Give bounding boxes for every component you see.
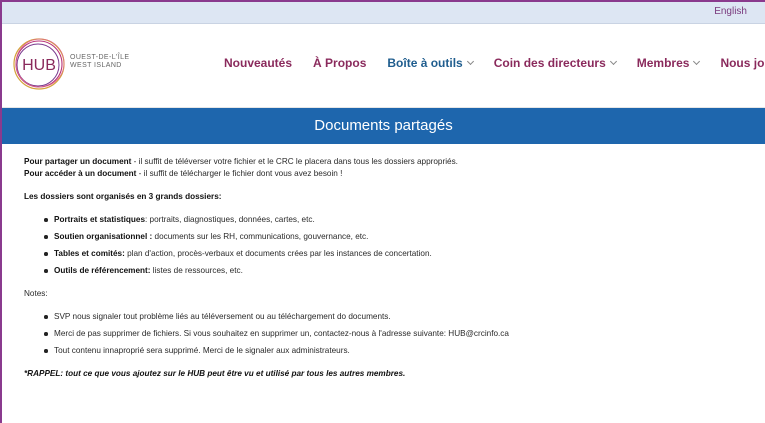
folder-name: Outils de référencement: bbox=[54, 266, 151, 275]
chevron-down-icon bbox=[693, 57, 701, 65]
access-bold: Pour accéder à un document bbox=[24, 169, 137, 178]
folders-list: Portraits et statistiques: portraits, di… bbox=[24, 214, 765, 277]
folders-heading: Les dossiers sont organisés en 3 grands … bbox=[24, 191, 765, 203]
list-item: Outils de référencement: listes de resso… bbox=[44, 265, 765, 277]
list-item: SVP nous signaler tout problème liés au … bbox=[44, 311, 765, 323]
logo-text: OUEST-DE-L'ÎLE WEST ISLAND bbox=[70, 54, 129, 70]
nav-a-propos[interactable]: À Propos bbox=[313, 56, 366, 70]
nav-label: À Propos bbox=[313, 56, 367, 70]
folder-desc: plan d'action, procès-verbaux et documen… bbox=[124, 249, 432, 258]
notes-label: Notes: bbox=[24, 289, 48, 298]
nav-boite-a-outils[interactable]: Boîte à outils bbox=[387, 56, 474, 70]
top-bar: English bbox=[2, 2, 765, 24]
main-nav: Nouveautés À Propos Boîte à outils Coin … bbox=[224, 56, 765, 70]
folder-desc: : portraits, diagnostiques, données, car… bbox=[145, 215, 315, 224]
main-content: Pour partager un document - il suffit de… bbox=[2, 144, 765, 380]
nav-label: Coin des directeurs bbox=[493, 56, 606, 70]
chevron-down-icon bbox=[466, 57, 474, 65]
folder-name: Tables et comités: bbox=[54, 249, 125, 258]
folder-desc: documents sur les RH, communications, go… bbox=[152, 232, 369, 241]
nav-membres[interactable]: Membres bbox=[636, 56, 701, 70]
logo-line-2: WEST ISLAND bbox=[70, 62, 122, 69]
folder-name: Soutien organisationnel : bbox=[54, 232, 153, 241]
folder-name: Portraits et statistiques bbox=[54, 215, 145, 224]
share-text: - il suffit de téléverser votre fichier … bbox=[131, 157, 458, 166]
nav-label: Membres bbox=[636, 56, 690, 70]
nav-nouveautes[interactable]: Nouveautés bbox=[224, 56, 292, 70]
nav-label: Nouveautés bbox=[224, 56, 293, 70]
folders-heading-text: Les dossiers sont organisés en 3 grands … bbox=[24, 192, 222, 201]
logo-mark: HUB bbox=[22, 57, 56, 74]
language-link[interactable]: English bbox=[714, 6, 747, 17]
nav-coin-des-directeurs[interactable]: Coin des directeurs bbox=[493, 56, 617, 70]
page-frame: English HUB OUEST-DE-L'ÎLE WEST ISLAND N… bbox=[0, 0, 765, 423]
access-text: - il suffit de télécharger le fichier do… bbox=[136, 169, 343, 178]
list-item: Tout contenu innaproprié sera supprimé. … bbox=[44, 345, 765, 357]
list-item: Tables et comités: plan d'action, procès… bbox=[44, 248, 765, 260]
folder-desc: listes de ressources, etc. bbox=[150, 266, 243, 275]
access-paragraph: Pour accéder à un document - il suffit d… bbox=[24, 168, 765, 180]
page-title: Documents partagés bbox=[314, 117, 453, 134]
notes-list: SVP nous signaler tout problème liés au … bbox=[24, 311, 765, 357]
chevron-down-icon bbox=[609, 57, 617, 65]
nav-label: Boîte à outils bbox=[387, 56, 463, 70]
list-item: Soutien organisationnel : documents sur … bbox=[44, 231, 765, 243]
share-paragraph: Pour partager un document - il suffit de… bbox=[24, 156, 765, 168]
hub-logo[interactable]: HUB bbox=[12, 37, 66, 91]
site-header: HUB OUEST-DE-L'ÎLE WEST ISLAND Nouveauté… bbox=[2, 24, 765, 108]
logo-line-1: OUEST-DE-L'ÎLE bbox=[70, 54, 130, 61]
nav-nous-joindre[interactable]: Nous joindre bbox=[720, 56, 765, 70]
page-title-banner: Documents partagés bbox=[2, 108, 765, 144]
share-bold: Pour partager un document bbox=[24, 157, 132, 166]
nav-label: Nous joindre bbox=[720, 56, 765, 70]
list-item: Merci de pas supprimer de fichiers. Si v… bbox=[44, 328, 765, 340]
list-item: Portraits et statistiques: portraits, di… bbox=[44, 214, 765, 226]
reminder-text: *RAPPEL: tout ce que vous ajoutez sur le… bbox=[24, 369, 406, 378]
